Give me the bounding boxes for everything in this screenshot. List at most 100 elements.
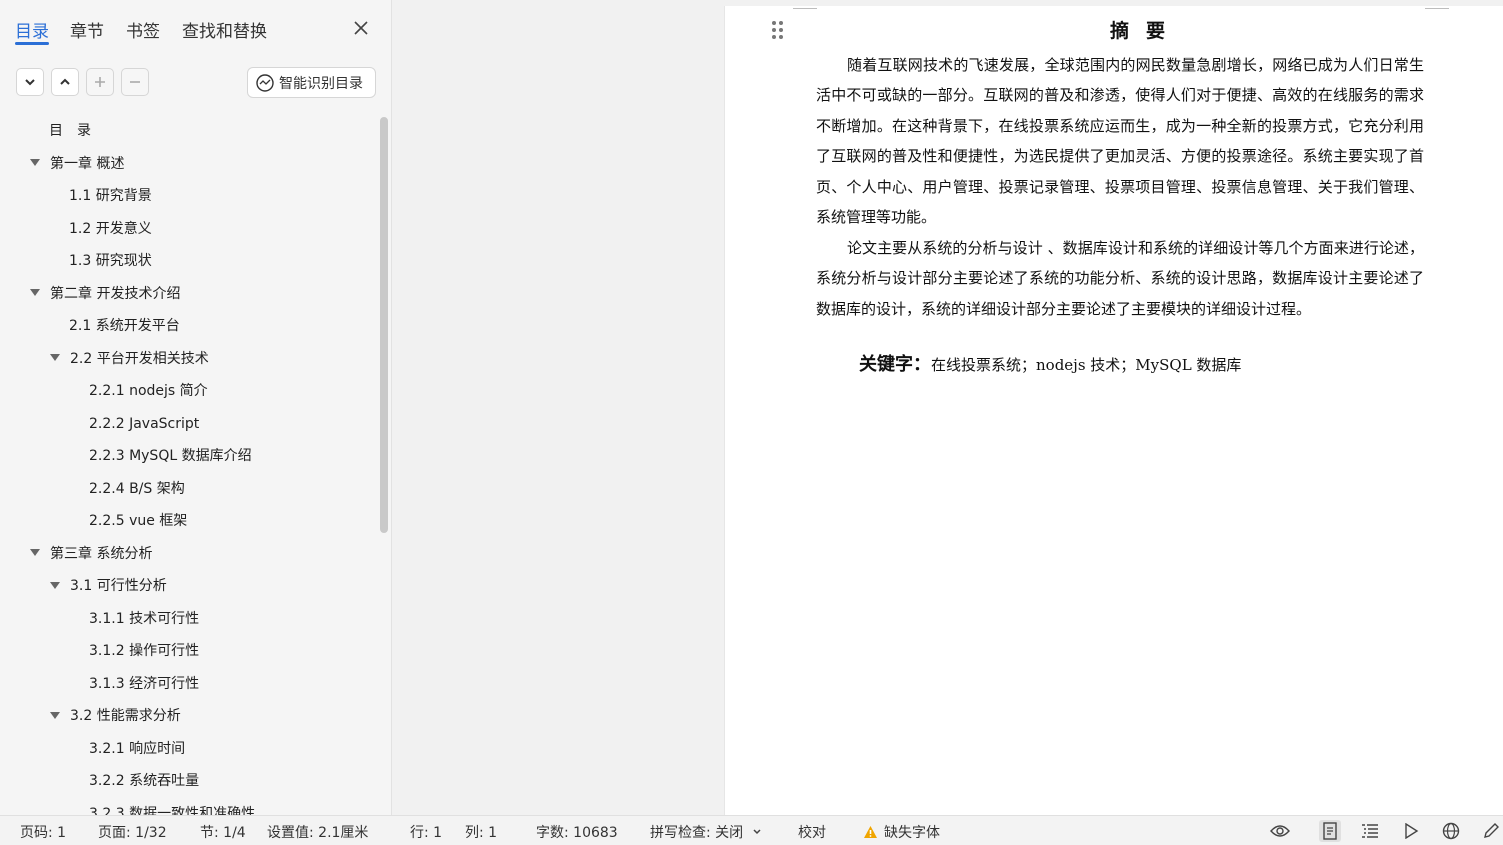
abstract-paragraph-2: 论文主要从系统的分析与设计 、数据库设计和系统的详细设计等几个方面来进行论述，系… — [816, 239, 1424, 318]
toc-item[interactable]: 3.2 性能需求分析 — [50, 702, 181, 730]
warning-icon — [864, 826, 877, 838]
toc-item-label: 2.1 系统开发平台 — [69, 318, 180, 334]
outline-view-button[interactable] — [1359, 820, 1381, 842]
toc-item[interactable]: 2.2.3 MySQL 数据库介绍 — [89, 442, 252, 470]
page-corner-mark-left — [793, 6, 817, 9]
toc-item-label: 3.1.1 技术可行性 — [89, 610, 200, 627]
toc-item[interactable]: 2.2.1 nodejs 简介 — [89, 377, 208, 405]
toc-item[interactable]: 3.1.3 经济可行性 — [89, 670, 199, 698]
toc-item[interactable]: 1.2 开发意义 — [69, 215, 152, 243]
expand-down-button[interactable] — [16, 68, 44, 96]
toc-item[interactable]: 第二章 开发技术介绍 — [30, 280, 180, 308]
tab-find-replace[interactable]: 查找和替换 — [182, 17, 267, 42]
keywords-value: 在线投票系统；nodejs 技术；MySQL 数据库 — [931, 356, 1242, 374]
page-view-button[interactable] — [1319, 820, 1341, 842]
nav-tabs: 目录 章节 书签 查找和替换 — [0, 0, 391, 56]
smart-detect-label: 智能识别目录 — [279, 75, 363, 92]
collapse-arrow-icon[interactable] — [30, 289, 40, 296]
toc-item-label: 2.2 平台开发相关技术 — [70, 350, 209, 367]
toc-item-label: 3.2.2 系统吞吐量 — [89, 773, 200, 789]
status-page-code: 页码: 1 — [20, 825, 67, 841]
toc-item[interactable]: 2.2.5 vue 框架 — [89, 507, 187, 535]
close-pane-button[interactable] — [351, 18, 371, 38]
toc-item-label: 第三章 系统分析 — [50, 545, 153, 562]
toc-item[interactable]: 第三章 系统分析 — [30, 540, 152, 568]
navigation-pane: 目录 章节 书签 查找和替换 智能识别目录 目 录 第一章 概述 1.1 研究背… — [0, 0, 392, 815]
toc-item[interactable]: 3.2.3 数据一致性和准确性 — [89, 800, 255, 816]
collapse-arrow-icon[interactable] — [50, 711, 60, 719]
toc-item[interactable]: 2.2.2 JavaScript — [89, 410, 199, 438]
chevron-down-icon — [753, 829, 761, 835]
smart-recognize-icon — [256, 73, 274, 92]
toc-item[interactable]: 3.1.2 操作可行性 — [89, 637, 199, 665]
toc-item-label: 目 录 — [49, 123, 91, 139]
toc-item-label: 3.1 可行性分析 — [70, 578, 167, 594]
status-bar: 页码: 1 页面: 1/32 节: 1/4 设置值: 2.1厘米 行: 1 列:… — [0, 815, 1503, 845]
toc-item-label: 2.2.1 nodejs 简介 — [89, 383, 208, 399]
status-word-count[interactable]: 字数: 10683 — [536, 822, 618, 842]
toc-item-label: 2.2.4 B/S 架构 — [89, 480, 185, 497]
toc-list: 目 录第一章 概述 1.1 研究背景 1.2 开发意义 1.3 研究现状第二章 开发技… — [0, 115, 378, 815]
toc-item[interactable]: 3.1 可行性分析 — [50, 572, 167, 600]
read-mode-button[interactable] — [1269, 820, 1291, 842]
web-view-button[interactable] — [1440, 820, 1462, 842]
abstract-paragraph-1: 随着互联网技术的飞速发展，全球范围内的网民数量急剧增长，网络已成为人们日常生活中… — [816, 56, 1424, 227]
collapse-arrow-icon[interactable] — [50, 354, 60, 361]
status-page[interactable]: 页面: 1/32 — [98, 822, 167, 842]
missing-font-button[interactable]: 缺失字体 — [863, 822, 940, 842]
smart-detect-toc-button[interactable]: 智能识别目录 — [247, 67, 376, 98]
play-presentation-button[interactable] — [1400, 820, 1422, 842]
proofread-button[interactable]: 校对 — [798, 822, 826, 842]
toc-item[interactable]: 3.2.2 系统吞吐量 — [89, 767, 199, 795]
collapse-up-button[interactable] — [51, 68, 79, 96]
add-heading-button[interactable] — [86, 68, 114, 96]
toc-toolbar: 智能识别目录 — [0, 64, 391, 100]
minus-icon — [130, 81, 140, 83]
play-icon — [1405, 823, 1419, 839]
spell-check-dropdown[interactable]: 拼写检查: 关闭 — [650, 822, 762, 842]
status-section: 节: 1/4 — [200, 825, 246, 841]
toc-item-label: 第二章 开发技术介绍 — [50, 285, 181, 302]
status-setting-value[interactable]: 设置值: 2.1厘米 — [267, 822, 368, 842]
keywords-label: 关键字： — [859, 354, 931, 375]
plus-icon — [95, 77, 105, 87]
toc-item[interactable]: 2.1 系统开发平台 — [69, 312, 180, 340]
toc-item-label: 3.1.2 操作可行性 — [89, 643, 200, 659]
remove-heading-button[interactable] — [121, 68, 149, 96]
annotate-button[interactable] — [1480, 820, 1502, 842]
status-row: 行: 1 — [410, 825, 443, 841]
tab-bookmarks[interactable]: 书签 — [126, 17, 160, 42]
toc-item-label: 1.2 开发意义 — [69, 220, 152, 237]
toc-item-label: 第一章 概述 — [50, 155, 125, 172]
tab-chapters[interactable]: 章节 — [70, 17, 104, 42]
toc-item[interactable]: 第一章 概述 — [30, 150, 124, 178]
chevron-down-icon — [25, 79, 35, 86]
close-icon — [354, 21, 368, 35]
outline-list-icon — [1362, 824, 1378, 838]
toc-item[interactable]: 目 录 — [49, 117, 91, 145]
toc-item[interactable]: 2.2.4 B/S 架构 — [89, 475, 185, 503]
collapse-arrow-icon[interactable] — [30, 159, 40, 166]
collapse-arrow-icon[interactable] — [30, 549, 40, 556]
pen-icon — [1484, 823, 1499, 838]
paragraph-drag-handle[interactable] — [770, 19, 786, 41]
toc-item-label: 2.2.3 MySQL 数据库介绍 — [89, 448, 252, 464]
toc-item-label: 3.2.1 响应时间 — [89, 740, 186, 757]
page-corner-mark-right — [1425, 6, 1449, 9]
collapse-arrow-icon[interactable] — [50, 581, 60, 589]
toc-item[interactable]: 1.1 研究背景 — [69, 182, 152, 210]
toc-item-label: 3.1.3 经济可行性 — [89, 675, 200, 692]
page-view-icon — [1323, 822, 1337, 840]
toc-item[interactable]: 2.2 平台开发相关技术 — [50, 345, 209, 373]
keywords-line: 关键字：在线投票系统；nodejs 技术；MySQL 数据库 — [859, 350, 1241, 376]
chevron-up-icon — [60, 78, 70, 85]
toc-item[interactable]: 1.3 研究现状 — [69, 247, 152, 275]
tab-toc[interactable]: 目录 — [15, 17, 49, 42]
eye-icon — [1270, 825, 1290, 837]
toc-item-label: 2.2.5 vue 框架 — [89, 513, 188, 529]
toc-scrollbar[interactable] — [380, 117, 388, 533]
toc-item-label: 1.1 研究背景 — [69, 188, 152, 204]
toc-item[interactable]: 3.1.1 技术可行性 — [89, 605, 199, 633]
toc-item-label: 3.2 性能需求分析 — [70, 708, 181, 724]
toc-item[interactable]: 3.2.1 响应时间 — [89, 735, 185, 763]
